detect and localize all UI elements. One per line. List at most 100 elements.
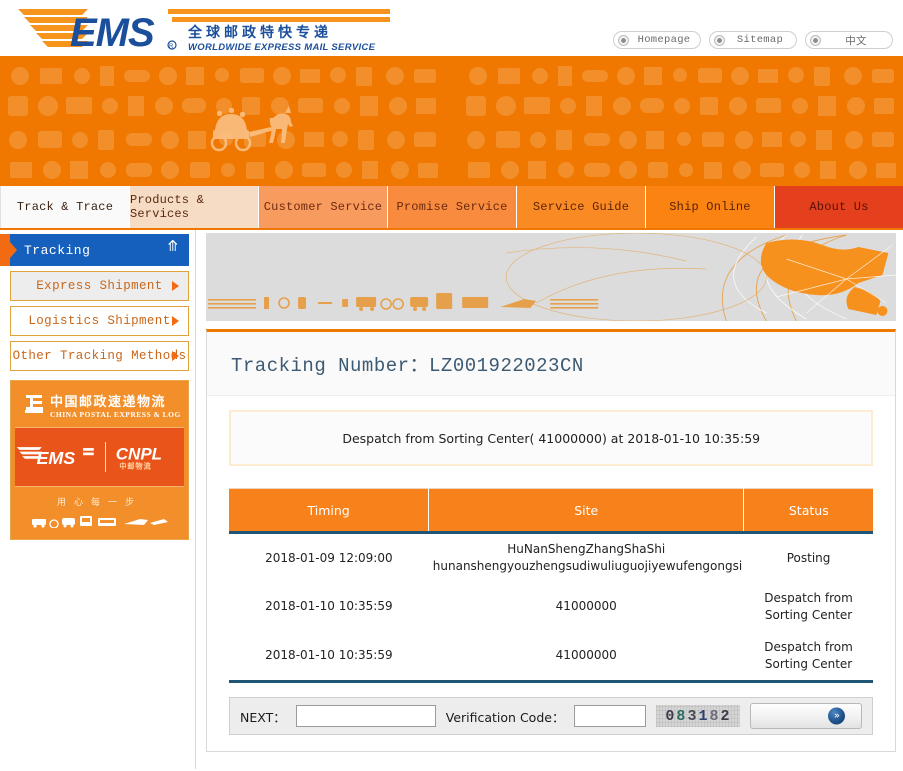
ems-cnpl-logos: EMS CNPL 中邮物流 [15, 428, 184, 486]
chinese-language-link[interactable]: 中文 [805, 31, 893, 49]
next-tracking-form: NEXT： Verification Code： 083182 » [229, 697, 874, 736]
svg-text:CHINA POSTAL EXPRESS & LOGISTI: CHINA POSTAL EXPRESS & LOGISTICS [50, 410, 180, 419]
svg-text:全球邮政特快专递: 全球邮政特快专递 [187, 24, 332, 41]
nav-tab-ship-online[interactable]: Ship Online [646, 186, 775, 228]
cell-site-line1: HuNanShengZhangShaShi [507, 542, 666, 556]
nav-tab-promise-service[interactable]: Promise Service [388, 186, 517, 228]
sitemap-link[interactable]: Sitemap [709, 31, 797, 49]
cell-site: 41000000 [428, 631, 744, 684]
cell-site-line1: 41000000 [555, 599, 617, 614]
cell-site: 41000000 [428, 582, 744, 632]
page-title: Tracking Number：LZ001922023CN [207, 332, 896, 396]
next-label: NEXT： [240, 709, 286, 725]
chevron-double-up-icon[interactable]: ⤊ [166, 239, 179, 254]
table-header: Timing Site Status [229, 488, 874, 534]
sidebar-item-label: Logistics Shipment [28, 314, 171, 328]
captcha-digit: 8 [676, 707, 688, 725]
svg-text:WORLDWIDE EXPRESS MAIL SERVICE: WORLDWIDE EXPRESS MAIL SERVICE [188, 42, 376, 53]
cell-site: HuNanShengZhangShaShi hunanshengyouzheng… [428, 532, 744, 583]
cell-site-line2: hunanshengyouzhengsudiwuliuguojiyewufeng… [432, 559, 743, 574]
nav-tab-label: Products & Services [130, 193, 205, 221]
verification-code-input[interactable] [574, 705, 647, 728]
cell-status-line2: Sorting Center [764, 656, 853, 671]
captcha-digit: 1 [698, 707, 710, 725]
sidebar-item-label: Express Shipment [36, 279, 163, 293]
china-post-logo: 中国邮政速递物流 CHINA POSTAL EXPRESS & LOGISTIC… [15, 385, 184, 428]
sidebar-item-logistics-shipment[interactable]: Logistics Shipment [10, 306, 189, 336]
nav-tab-label: Ship Online [669, 200, 751, 214]
sidebar: Tracking ⤊ Express Shipment Logistics Sh… [0, 230, 196, 769]
column-header-timing: Timing [229, 488, 430, 534]
sidebar-active-marker-icon [0, 234, 17, 266]
horse-carriage-icon [210, 106, 293, 152]
page-body: Tracking ⤊ Express Shipment Logistics Sh… [0, 230, 903, 769]
column-header-status: Status [743, 488, 874, 534]
main-navigation: Track & Trace Products & Services Custom… [0, 186, 903, 230]
homepage-link[interactable]: Homepage [613, 31, 701, 49]
svg-text:EMS: EMS [70, 11, 155, 54]
sidebar-section-title: Tracking [24, 242, 91, 258]
chevron-right-icon [172, 281, 179, 291]
cell-timing: 2018-01-10 10:35:59 [229, 582, 429, 632]
table-body: 2018-01-09 12:09:00 HuNanShengZhangShaSh… [229, 532, 874, 684]
captcha-digit: 8 [709, 707, 721, 725]
ems-brand-icon: EMS [16, 447, 94, 468]
content-area: Tracking Number：LZ001922023CN Despatch f… [196, 230, 903, 769]
slogan-text: 用心每一步 [56, 497, 142, 508]
captcha-image[interactable]: 083182 [656, 705, 741, 728]
cell-status: Despatch from Sorting Center [743, 582, 874, 632]
nav-tab-label: About Us [809, 200, 869, 214]
sidebar-item-other-tracking-methods[interactable]: Other Tracking Methods [10, 341, 189, 371]
column-header-site: Site [428, 488, 745, 534]
cell-status: Despatch from Sorting Center [743, 631, 874, 684]
nav-tab-label: Customer Service [263, 200, 383, 214]
circle-bullet-icon [618, 34, 629, 46]
captcha-digit: 3 [687, 707, 699, 725]
nav-tab-products-services[interactable]: Products & Services [130, 186, 259, 228]
cell-status-line1: Despatch from [764, 639, 853, 654]
nav-tab-label: Promise Service [396, 200, 508, 214]
circle-bullet-icon [810, 34, 821, 46]
circle-bullet-icon [714, 34, 725, 46]
cnpl-brand-icon: CNPL 中邮物流 [116, 445, 162, 471]
double-chevron-right-icon: » [828, 707, 846, 725]
nav-tab-customer-service[interactable]: Customer Service [259, 186, 388, 228]
table-header-row: Timing Site Status [229, 488, 874, 534]
table-row: 2018-01-09 12:09:00 HuNanShengZhangShaSh… [229, 532, 874, 583]
verification-code-label: Verification Code： [445, 709, 565, 725]
nav-tab-label: Service Guide [532, 200, 630, 214]
postal-icon-pattern-right [466, 66, 896, 179]
cell-timing: 2018-01-10 10:35:59 [229, 631, 429, 684]
submit-button[interactable]: » [750, 703, 863, 730]
sitemap-link-label: Sitemap [736, 34, 784, 46]
site-header: EMS R 全球邮政特快专递 WORLDWIDE EXPRESS MAIL SE… [0, 0, 903, 58]
nav-tab-track-trace[interactable]: Track & Trace [0, 186, 130, 228]
next-input[interactable] [295, 705, 436, 728]
sidebar-item-express-shipment[interactable]: Express Shipment [10, 271, 189, 301]
captcha-digit: 0 [665, 707, 677, 725]
tracking-result-panel: Tracking Number：LZ001922023CN Despatch f… [206, 329, 897, 753]
hero-banner [0, 58, 903, 186]
panel-body: Despatch from Sorting Center( 41000000) … [207, 396, 896, 752]
chevron-right-icon [172, 316, 179, 326]
svg-text:中邮物流: 中邮物流 [120, 462, 152, 471]
nav-tab-label: Track & Trace [16, 200, 114, 214]
sidebar-section-tracking[interactable]: Tracking ⤊ [0, 234, 189, 266]
svg-text:EMS: EMS [36, 448, 75, 468]
nav-tab-about-us[interactable]: About Us [775, 186, 903, 228]
nav-tab-service-guide[interactable]: Service Guide [517, 186, 646, 228]
top-utility-links: Homepage Sitemap 中文 [613, 31, 893, 49]
cell-status-line1: Despatch from [764, 590, 853, 605]
sidebar-item-label: Other Tracking Methods [12, 349, 187, 363]
sidebar-promo-banner: 中国邮政速递物流 CHINA POSTAL EXPRESS & LOGISTIC… [10, 380, 189, 540]
ems-logo[interactable]: EMS R 全球邮政特快专递 WORLDWIDE EXPRESS MAIL SE… [10, 4, 390, 55]
svg-text:R: R [169, 44, 174, 50]
latest-status-notice: Despatch from Sorting Center( 41000000) … [229, 410, 874, 466]
svg-text:中国邮政速递物流: 中国邮政速递物流 [50, 394, 166, 410]
cell-status: Posting [743, 532, 874, 583]
chevron-right-icon [172, 351, 179, 361]
transport-modes-icon-row [31, 515, 168, 528]
table-row: 2018-01-10 10:35:59 41000000 Despatch fr… [229, 582, 874, 632]
cell-timing: 2018-01-09 12:09:00 [229, 532, 429, 583]
tracking-events-table: Timing Site Status 2018-01-09 12:09:00 H… [229, 488, 874, 684]
